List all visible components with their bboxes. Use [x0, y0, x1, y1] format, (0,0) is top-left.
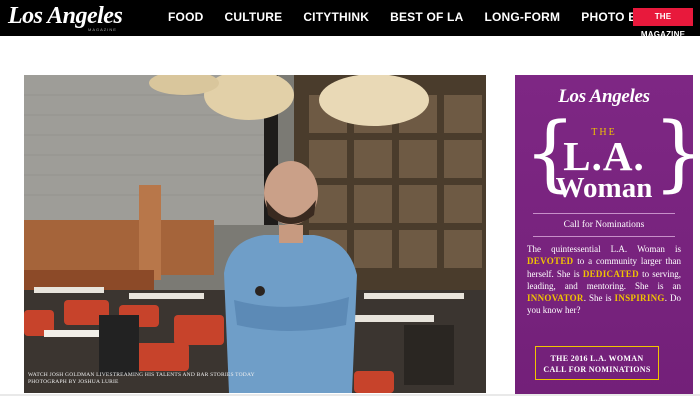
la-woman-ad[interactable]: Los Angeles { } THE L.A. Woman Call for … — [515, 75, 700, 394]
nav-item-long-form[interactable]: LONG-FORM — [484, 10, 560, 24]
nav-item-citythink[interactable]: CITYTHINK — [303, 10, 369, 24]
ad-divider-top — [533, 213, 675, 214]
site-logo[interactable]: Los Angeles — [8, 3, 123, 29]
caption-text: WATCH JOSH GOLDMAN LIVESTREAMING HIS TAL… — [28, 372, 255, 378]
nominations-button-line1: THE 2016 L.A. WOMAN — [550, 354, 644, 363]
ad-woman: Woman — [555, 172, 653, 204]
ad-highlight-devoted: DEVOTED — [527, 256, 574, 267]
ad-body-part: The quintessential L.A. Woman is — [527, 244, 681, 254]
photo-credit: PHOTOGRAPH BY JOSHUA LURIE — [28, 379, 119, 385]
ad-highlight-dedicated: DEDICATED — [582, 268, 639, 279]
ad-divider-bottom — [533, 236, 675, 237]
main-nav: FOOD CULTURE CITYTHINK BEST OF LA LONG-F… — [168, 10, 698, 24]
ad-highlight-innovator: INNOVATOR — [527, 293, 584, 304]
ad-call-for-nominations: Call for Nominations — [563, 220, 645, 230]
nav-item-culture[interactable]: CULTURE — [224, 10, 282, 24]
ad-la: L.A. — [563, 133, 645, 179]
nav-item-food[interactable]: FOOD — [168, 10, 203, 24]
hero-photo-illustration — [24, 75, 486, 393]
ad-body-text: The quintessential L.A. Woman is DEVOTED… — [527, 243, 681, 317]
hero-photo[interactable]: WATCH JOSH GOLDMAN LIVESTREAMING HIS TAL… — [24, 75, 486, 393]
photo-caption: WATCH JOSH GOLDMAN LIVESTREAMING HIS TAL… — [28, 372, 255, 386]
nominations-button-line2: CALL FOR NOMINATIONS — [543, 365, 651, 374]
ad-highlight-inspiring: INSPIRING — [614, 293, 665, 304]
the-magazine-button[interactable]: THE MAGAZINE — [633, 8, 693, 39]
nav-item-best-of-la[interactable]: BEST OF LA — [390, 10, 463, 24]
ad-body-part: . She is — [583, 293, 612, 304]
ad-logo: Los Angeles — [558, 86, 650, 107]
nominations-button[interactable]: THE 2016 L.A. WOMAN CALL FOR NOMINATIONS — [535, 346, 659, 380]
site-logo-subtitle: MAGAZINE — [88, 27, 117, 32]
top-navigation-bar: Los Angeles MAGAZINE FOOD CULTURE CITYTH… — [0, 0, 700, 39]
